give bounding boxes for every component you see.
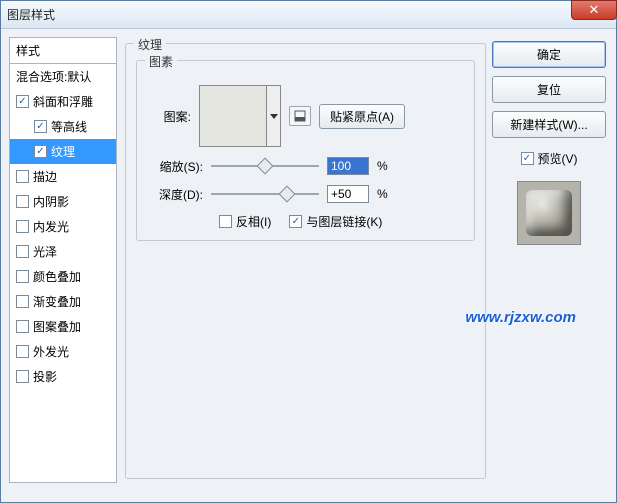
- blending-options-label: 混合选项:默认: [16, 68, 91, 85]
- blending-options-item[interactable]: 混合选项:默认: [10, 64, 116, 89]
- style-item-0[interactable]: 斜面和浮雕: [10, 89, 116, 114]
- preview-thumbnail: [517, 181, 581, 245]
- depth-label: 深度(D):: [147, 186, 203, 203]
- style-item-label: 外发光: [33, 343, 69, 360]
- style-item-label: 颜色叠加: [33, 268, 81, 285]
- style-item-checkbox[interactable]: [16, 170, 29, 183]
- pattern-picker[interactable]: [199, 85, 281, 147]
- right-button-panel: 确定 复位 新建样式(W)... 预览(V): [486, 37, 608, 494]
- pattern-label: 图案:: [147, 108, 191, 125]
- new-style-button[interactable]: 新建样式(W)...: [492, 111, 606, 138]
- style-item-4[interactable]: 内阴影: [10, 189, 116, 214]
- style-item-label: 纹理: [51, 143, 75, 160]
- styles-header[interactable]: 样式: [9, 37, 117, 63]
- pattern-dropdown-icon[interactable]: [267, 85, 281, 147]
- cancel-button[interactable]: 复位: [492, 76, 606, 103]
- style-item-checkbox[interactable]: [16, 220, 29, 233]
- style-item-10[interactable]: 外发光: [10, 339, 116, 364]
- depth-slider[interactable]: [211, 186, 319, 202]
- depth-input[interactable]: +50: [327, 185, 369, 203]
- style-item-checkbox[interactable]: [16, 370, 29, 383]
- style-item-label: 图案叠加: [33, 318, 81, 335]
- scale-label: 缩放(S):: [147, 158, 203, 175]
- style-item-label: 渐变叠加: [33, 293, 81, 310]
- style-item-label: 内发光: [33, 218, 69, 235]
- window-title: 图层样式: [7, 6, 55, 23]
- style-item-2[interactable]: 纹理: [10, 139, 116, 164]
- titlebar[interactable]: 图层样式 ✕: [1, 1, 616, 29]
- preview-label: 预览(V): [538, 150, 578, 167]
- texture-settings-panel: 纹理 图素 图案: 贴紧原点(A): [125, 37, 486, 494]
- style-item-checkbox[interactable]: [16, 270, 29, 283]
- style-item-checkbox[interactable]: [16, 345, 29, 358]
- scale-input[interactable]: 100: [327, 157, 369, 175]
- pattern-swatch[interactable]: [199, 85, 267, 147]
- style-item-3[interactable]: 描边: [10, 164, 116, 189]
- style-item-5[interactable]: 内发光: [10, 214, 116, 239]
- style-item-checkbox[interactable]: [16, 245, 29, 258]
- style-item-11[interactable]: 投影: [10, 364, 116, 389]
- style-item-checkbox[interactable]: [16, 95, 29, 108]
- style-item-checkbox[interactable]: [16, 195, 29, 208]
- style-item-label: 内阴影: [33, 193, 69, 210]
- style-item-checkbox[interactable]: [16, 320, 29, 333]
- style-item-checkbox[interactable]: [16, 295, 29, 308]
- scale-unit: %: [377, 159, 391, 173]
- scale-slider[interactable]: [211, 158, 319, 174]
- invert-checkbox-box: [219, 215, 232, 228]
- invert-checkbox[interactable]: 反相(I): [219, 213, 271, 230]
- style-item-label: 光泽: [33, 243, 57, 260]
- layer-style-dialog: 图层样式 ✕ 样式 混合选项:默认 斜面和浮雕等高线纹理描边内阴影内发光光泽颜色…: [0, 0, 617, 503]
- style-item-1[interactable]: 等高线: [10, 114, 116, 139]
- dialog-content: 样式 混合选项:默认 斜面和浮雕等高线纹理描边内阴影内发光光泽颜色叠加渐变叠加图…: [1, 29, 616, 502]
- preview-checkbox-box: [521, 152, 534, 165]
- link-with-layer-checkbox[interactable]: 与图层链接(K): [289, 213, 382, 230]
- link-label: 与图层链接(K): [306, 213, 382, 230]
- style-item-label: 描边: [33, 168, 57, 185]
- new-preset-icon[interactable]: [289, 106, 311, 126]
- scale-row: 缩放(S): 100 %: [147, 157, 464, 175]
- styles-list: 混合选项:默认 斜面和浮雕等高线纹理描边内阴影内发光光泽颜色叠加渐变叠加图案叠加…: [9, 63, 117, 483]
- link-checkbox-box: [289, 215, 302, 228]
- pattern-row: 图案: 贴紧原点(A): [147, 85, 464, 147]
- styles-panel: 样式 混合选项:默认 斜面和浮雕等高线纹理描边内阴影内发光光泽颜色叠加渐变叠加图…: [9, 37, 117, 494]
- style-item-label: 投影: [33, 368, 57, 385]
- snap-to-origin-button[interactable]: 贴紧原点(A): [319, 104, 405, 129]
- depth-row: 深度(D): +50 %: [147, 185, 464, 203]
- style-item-label: 斜面和浮雕: [33, 93, 93, 110]
- depth-unit: %: [377, 187, 391, 201]
- texture-group: 纹理 图素 图案: 贴紧原点(A): [125, 43, 486, 479]
- preview-checkbox[interactable]: 预览(V): [492, 150, 606, 167]
- style-item-checkbox[interactable]: [34, 120, 47, 133]
- style-item-checkbox[interactable]: [34, 145, 47, 158]
- pattern-group: 图素 图案: 贴紧原点(A) 缩放(S):: [136, 60, 475, 241]
- style-item-8[interactable]: 渐变叠加: [10, 289, 116, 314]
- style-item-7[interactable]: 颜色叠加: [10, 264, 116, 289]
- style-item-9[interactable]: 图案叠加: [10, 314, 116, 339]
- style-item-6[interactable]: 光泽: [10, 239, 116, 264]
- style-item-label: 等高线: [51, 118, 87, 135]
- pattern-group-label: 图素: [145, 53, 177, 70]
- invert-label: 反相(I): [236, 213, 271, 230]
- ok-button[interactable]: 确定: [492, 41, 606, 68]
- close-button[interactable]: ✕: [571, 0, 617, 20]
- texture-options-row: 反相(I) 与图层链接(K): [219, 213, 464, 230]
- texture-group-label: 纹理: [134, 36, 166, 53]
